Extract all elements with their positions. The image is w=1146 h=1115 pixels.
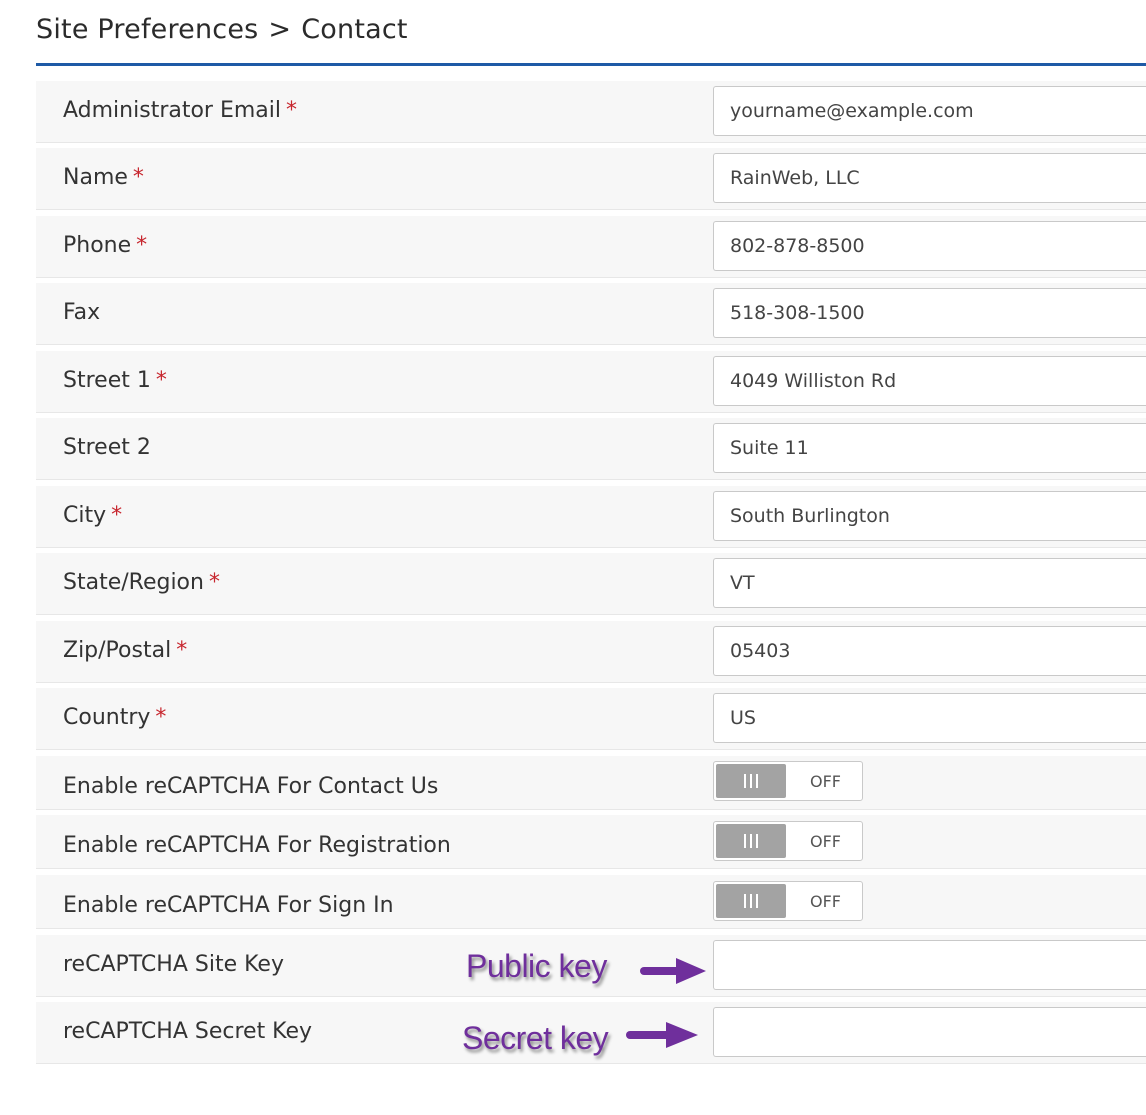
field-row-fax: Fax	[36, 283, 1146, 345]
field-label: reCAPTCHA Site Key	[63, 952, 284, 977]
breadcrumb-section[interactable]: Site Preferences	[36, 14, 258, 45]
field-label: reCAPTCHA Secret Key	[63, 1019, 313, 1044]
toggle-handle[interactable]	[716, 884, 786, 918]
field-label: Zip/Postal *	[63, 638, 188, 663]
required-indicator: *	[111, 503, 123, 528]
toggle-row-recaptcha-registration: Enable reCAPTCHA For Registration OFF	[36, 815, 1146, 869]
grip-lines-icon	[744, 834, 758, 848]
required-indicator: *	[176, 638, 188, 663]
page-title: Contact	[301, 14, 408, 45]
field-row-zip-postal: Zip/Postal *	[36, 621, 1146, 683]
secret-key-annotation: Secret key	[462, 1020, 609, 1056]
contact-preferences-page: Site Preferences > Contact Administrator E…	[0, 0, 1146, 1115]
required-indicator: *	[208, 570, 220, 595]
arrow-right-icon	[640, 958, 706, 984]
breadcrumb-separator: >	[268, 14, 292, 45]
field-row-state-region: State/Region *	[36, 553, 1146, 615]
admin-email-input[interactable]	[713, 86, 1146, 136]
toggle-row-recaptcha-sign-in: Enable reCAPTCHA For Sign In OFF	[36, 875, 1146, 929]
arrow-right-icon	[626, 1022, 698, 1048]
toggle-row-recaptcha-contact-us: Enable reCAPTCHA For Contact Us OFF	[36, 756, 1146, 810]
required-indicator: *	[155, 705, 167, 730]
toggle-label: Enable reCAPTCHA For Contact Us	[63, 774, 439, 799]
recaptcha-site-key-input[interactable]	[713, 940, 1146, 990]
toggle-state-label: OFF	[810, 772, 841, 791]
field-label: Country *	[63, 705, 167, 730]
fax-input[interactable]	[713, 288, 1146, 338]
toggle-label: Enable reCAPTCHA For Registration	[63, 833, 451, 858]
grip-lines-icon	[744, 894, 758, 908]
field-label: Phone *	[63, 233, 148, 258]
city-input[interactable]	[713, 491, 1146, 541]
recaptcha-secret-key-input[interactable]	[713, 1007, 1146, 1057]
grip-lines-icon	[744, 774, 758, 788]
public-key-annotation: Public key	[466, 948, 607, 984]
state-region-input[interactable]	[713, 558, 1146, 608]
toggle-state-label: OFF	[810, 832, 841, 851]
required-indicator: *	[286, 98, 298, 123]
country-input[interactable]	[713, 693, 1146, 743]
toggle-handle[interactable]	[716, 824, 786, 858]
recaptcha-contact-us-toggle[interactable]: OFF	[713, 761, 863, 801]
breadcrumb: Site Preferences > Contact	[36, 14, 408, 45]
field-label: State/Region *	[63, 570, 220, 595]
street-1-input[interactable]	[713, 356, 1146, 406]
field-row-country: Country *	[36, 688, 1146, 750]
phone-input[interactable]	[713, 221, 1146, 271]
field-row-name: Name *	[36, 148, 1146, 210]
field-label: Administrator Email *	[63, 98, 298, 123]
name-input[interactable]	[713, 153, 1146, 203]
field-row-street-1: Street 1 *	[36, 351, 1146, 413]
street-2-input[interactable]	[713, 423, 1146, 473]
heading-divider	[36, 63, 1146, 66]
recaptcha-registration-toggle[interactable]: OFF	[713, 821, 863, 861]
required-indicator: *	[136, 233, 148, 258]
required-indicator: *	[132, 165, 144, 190]
field-label: Street 1 *	[63, 368, 167, 393]
field-row-city: City *	[36, 486, 1146, 548]
field-row-admin-email: Administrator Email *	[36, 81, 1146, 143]
field-label: Street 2	[63, 435, 151, 460]
required-indicator: *	[155, 368, 167, 393]
zip-postal-input[interactable]	[713, 626, 1146, 676]
field-label: City *	[63, 503, 123, 528]
recaptcha-sign-in-toggle[interactable]: OFF	[713, 881, 863, 921]
toggle-label: Enable reCAPTCHA For Sign In	[63, 893, 394, 918]
field-row-phone: Phone *	[36, 216, 1146, 278]
field-label: Fax	[63, 300, 101, 325]
toggle-handle[interactable]	[716, 764, 786, 798]
toggle-state-label: OFF	[810, 892, 841, 911]
field-row-street-2: Street 2	[36, 418, 1146, 480]
field-label: Name *	[63, 165, 144, 190]
